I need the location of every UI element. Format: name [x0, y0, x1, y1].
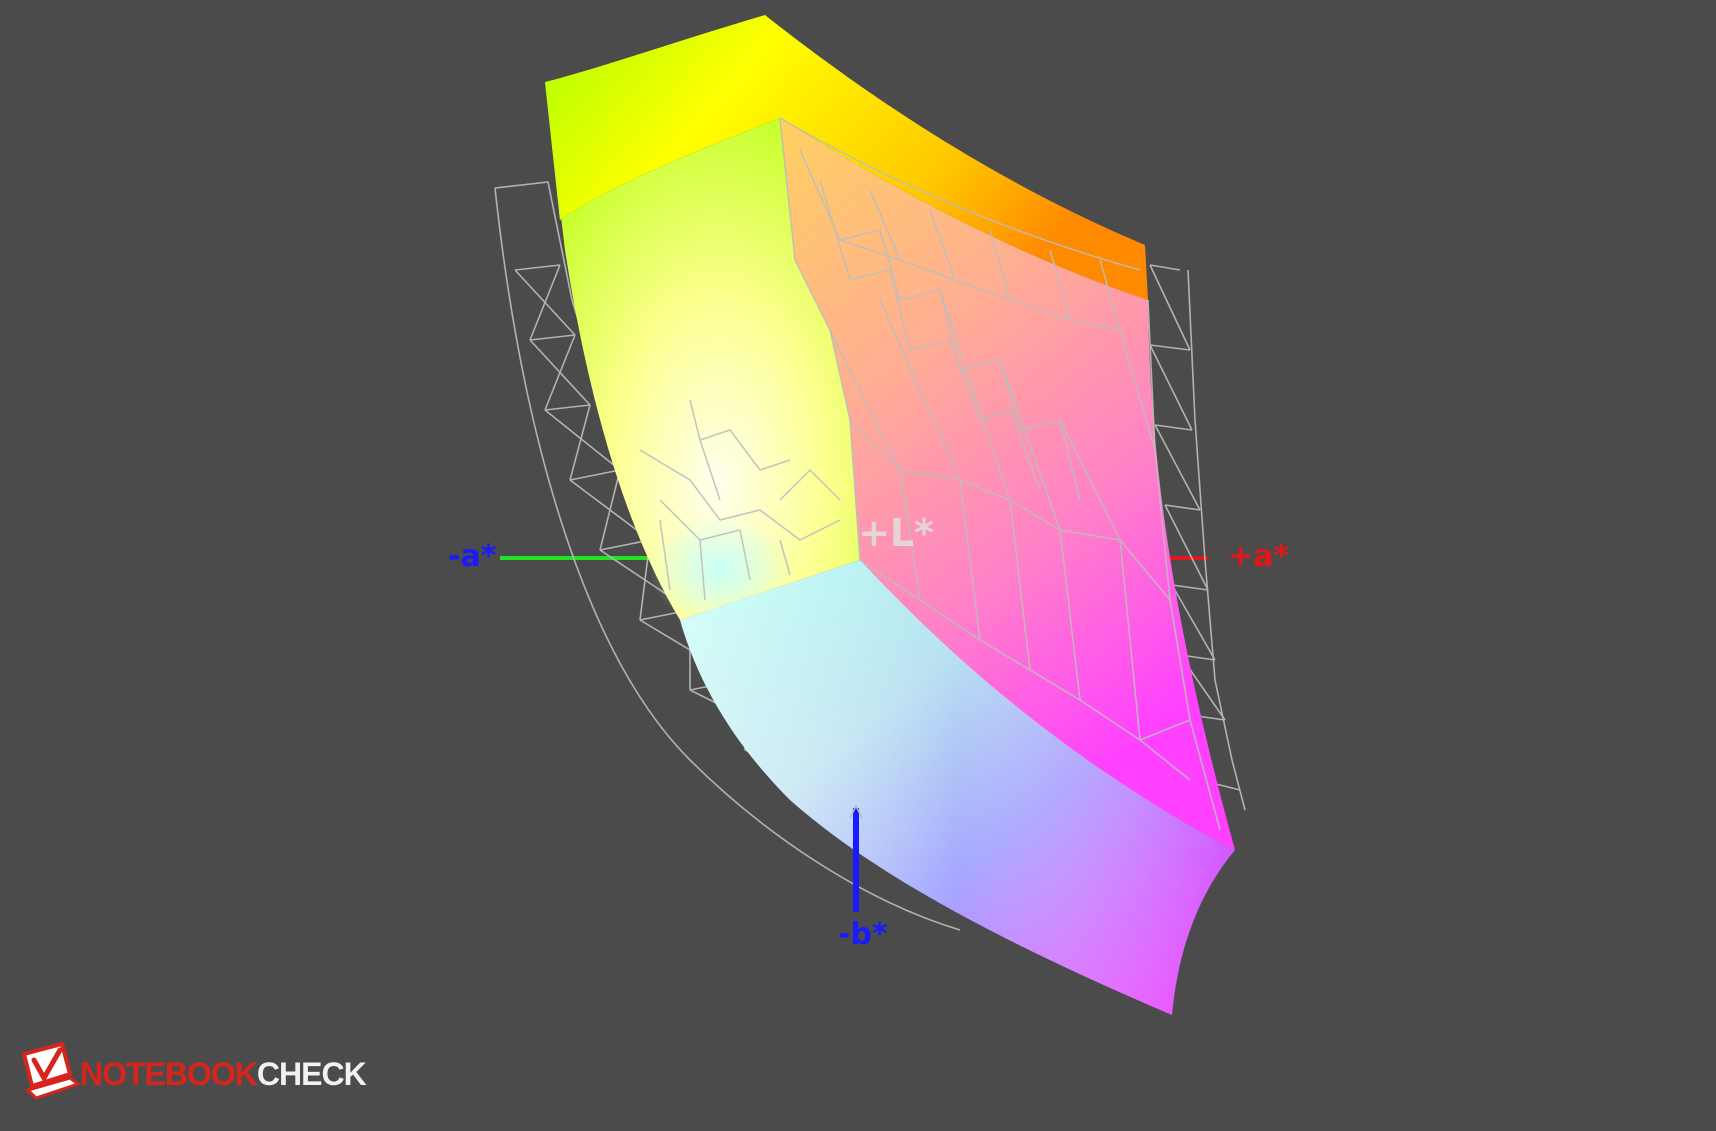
logo-text-check: CHECK — [256, 1056, 367, 1092]
pos-a-axis-label: +a* — [1228, 539, 1290, 574]
logo-wordmark: NOTEBOOKCHECK — [80, 1056, 367, 1093]
neg-a-axis-label: -a* — [448, 539, 497, 574]
logo-text-notebook: NOTEBOOK — [80, 1056, 258, 1092]
pos-l-axis-label: +L* — [858, 511, 934, 555]
neg-b-axis-label: -b* — [838, 917, 888, 952]
gamut-3d-view — [494, 15, 1246, 1015]
notebookcheck-logo: NOTEBOOKCHECK — [20, 1040, 367, 1110]
gamut-diagram: -a* +a* -b* +L* — [0, 0, 1716, 1126]
